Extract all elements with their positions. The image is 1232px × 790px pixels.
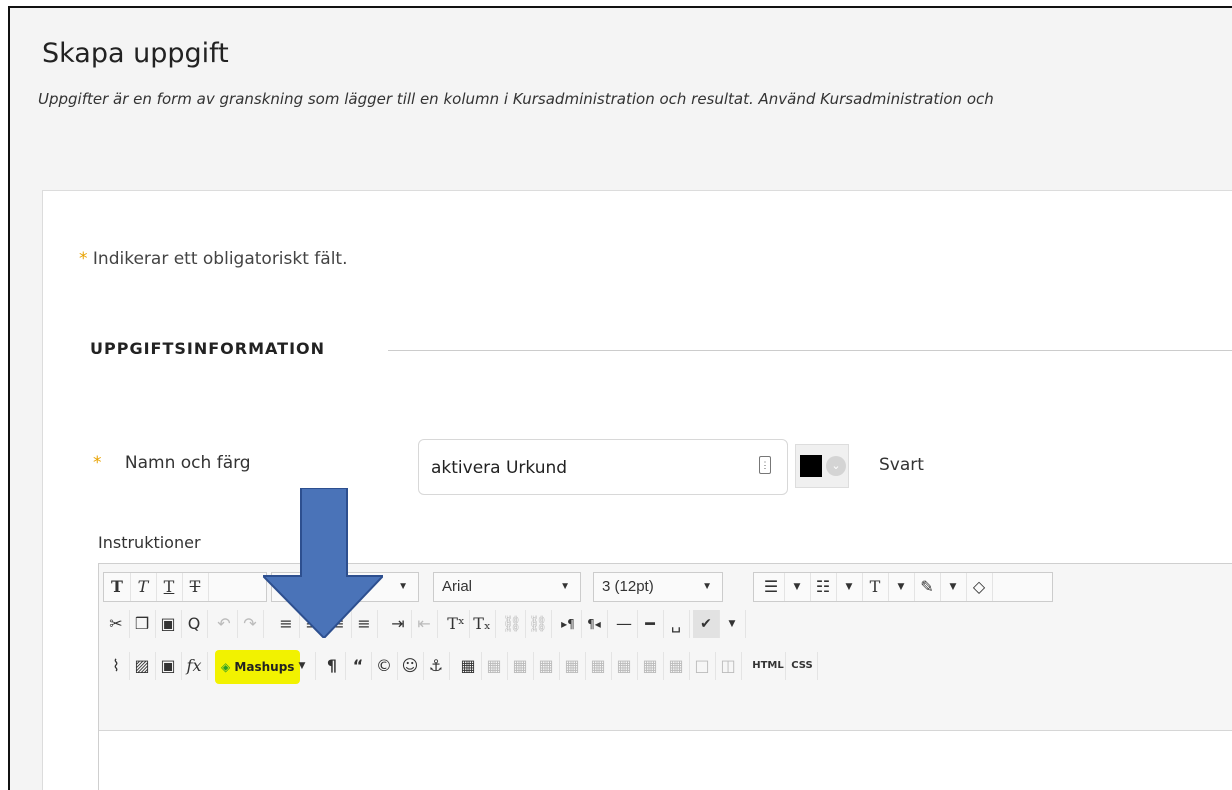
table-split-icon[interactable]: ▦ [559,652,586,680]
section-divider [388,350,1232,351]
paragraph-mark-icon[interactable]: ¶ [319,652,346,680]
rtl-icon[interactable]: ¶◂ [581,610,608,638]
horizontal-line-icon[interactable]: — [611,610,638,638]
page-title: Skapa uppgift [42,38,229,69]
page-description: Uppgifter är en form av granskning som l… [38,90,994,108]
superscript-icon[interactable]: Tˣ [443,610,470,638]
annotation-arrow [263,488,383,638]
table-delete-row-icon[interactable]: ▦ [611,652,638,680]
eraser-icon[interactable]: ◇ [966,573,993,601]
strikethrough-button[interactable]: T [182,573,209,601]
chevron-down-icon[interactable]: ▼ [784,573,811,601]
italic-button[interactable]: T [130,573,157,601]
font-size-select[interactable]: 3 (12pt) ▼ [593,572,723,602]
required-note-text: Indikerar ett obligatoriskt fält. [92,249,348,269]
link-icon[interactable]: ⛓ [499,610,526,638]
chevron-down-icon[interactable]: ▼ [836,573,863,601]
color-name: Svart [879,455,924,475]
editor-content-area[interactable] [99,730,1232,790]
name-field-label: * Namn och färg [93,453,251,473]
mashups-label: Mashups [234,660,295,674]
font-size-value: 3 (12pt) [602,578,654,595]
copyright-icon[interactable]: © [371,652,398,680]
required-star-icon: * [93,453,102,473]
mashups-button[interactable]: ◈ Mashups [215,650,301,684]
nonbreaking-space-icon[interactable]: ␣ [663,610,690,638]
mashups-icon: ◈ [221,660,231,674]
password-manager-icon[interactable]: ⋮ [759,456,771,474]
color-picker[interactable]: ⌄ [795,444,849,488]
math-formula-icon[interactable]: fx [181,652,208,680]
required-note: * Indikerar ett obligatoriskt fält. [79,249,348,269]
underline-button[interactable]: T [156,573,183,601]
insert-table-icon[interactable]: ▦ [455,652,482,680]
bullet-list-icon[interactable]: ☰ [758,573,785,601]
table-delete-col-icon[interactable]: ▦ [663,652,690,680]
table-row-icon[interactable]: ▦ [481,652,508,680]
color-swatch [800,455,822,477]
cut-icon[interactable]: ✂ [103,610,130,638]
form-panel: * Indikerar ett obligatoriskt fält. UPPG… [42,190,1232,790]
table-cell-icon[interactable]: ▦ [507,652,534,680]
table-insert-row-icon[interactable]: ▦ [585,652,612,680]
blockquote-icon[interactable]: “ [345,652,372,680]
insert-media-icon[interactable]: ▣ [155,652,182,680]
page-frame: Skapa uppgift Uppgifter är en form av gr… [8,6,1232,790]
table-merge-icon[interactable]: ▦ [533,652,560,680]
chevron-down-icon[interactable]: ▼ [289,652,316,680]
ltr-icon[interactable]: ▸¶ [555,610,582,638]
text-color-icon[interactable]: T [862,573,889,601]
emoticon-icon[interactable]: ☺ [397,652,424,680]
font-family-select[interactable]: Arial ▼ [433,572,581,602]
html-source-button[interactable]: HTML [751,652,786,680]
thick-line-icon[interactable]: ━ [637,610,664,638]
required-star-icon: * [79,249,88,269]
chevron-down-icon[interactable]: ⌄ [826,456,846,476]
list-and-color-group: ☰ ▼ ☷ ▼ T ▼ ✎ ▼ ◇ [753,572,1053,602]
chevron-down-icon[interactable]: ▼ [888,573,915,601]
paste-icon[interactable]: ▣ [155,610,182,638]
chevron-down-icon[interactable]: ▼ [940,573,967,601]
insert-image-icon[interactable]: ▨ [129,652,156,680]
section-title: UPPGIFTSINFORMATION [90,339,326,358]
numbered-list-icon[interactable]: ☷ [810,573,837,601]
instructions-label: Instruktioner [98,533,201,552]
font-family-value: Arial [442,578,473,595]
outdent-icon[interactable]: ⇤ [411,610,438,638]
copy-icon[interactable]: ❒ [129,610,156,638]
attach-file-icon[interactable]: ⌇ [103,652,130,680]
find-icon[interactable]: Q [181,610,208,638]
indent-icon[interactable]: ⇥ [385,610,412,638]
highlight-pen-icon[interactable]: ✎ [914,573,941,601]
name-input[interactable] [429,452,743,484]
name-input-wrapper: ⋮ [418,439,788,495]
subscript-icon[interactable]: Tₓ [469,610,496,638]
undo-icon[interactable]: ↶ [211,610,238,638]
table-cell-props-icon[interactable]: ◫ [715,652,742,680]
redo-icon[interactable]: ↷ [237,610,264,638]
spellcheck-icon[interactable]: ✔ [693,610,720,638]
name-label-text: Namn och färg [124,453,251,473]
unlink-icon[interactable]: ⛓ [525,610,552,638]
css-button[interactable]: CSS [787,652,818,680]
bold-button[interactable]: T [104,573,131,601]
toolbar-row-3: ⌇ ▨ ▣ fx ◈ Mashups ▼ ¶ “ © ☺ ⚓ ▦ ▦ ▦ ▦ ▦… [103,650,1188,684]
chevron-down-icon[interactable]: ▼ [719,610,746,638]
text-format-group: T T T T [103,572,267,602]
table-insert-col-icon[interactable]: ▦ [637,652,664,680]
anchor-icon[interactable]: ⚓ [423,652,450,680]
table-props-icon[interactable]: □ [689,652,716,680]
